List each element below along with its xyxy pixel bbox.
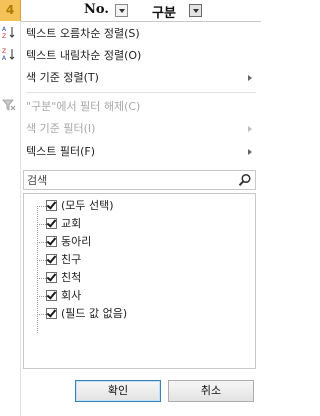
row-number: 4 [0, 0, 21, 21]
tree-connector [37, 296, 46, 297]
list-item[interactable]: 친척 [24, 269, 252, 287]
submenu-arrow-icon [248, 126, 252, 132]
tree-connector [37, 314, 46, 315]
checkbox-checked[interactable] [46, 290, 57, 301]
submenu-arrow-icon [248, 75, 252, 81]
svg-text:A: A [2, 26, 7, 33]
sort-ascending-icon: A Z [2, 26, 15, 39]
tree-connector [37, 206, 46, 207]
menu-sort-descending[interactable]: 텍스트 내림차순 정렬(O) [21, 45, 260, 67]
sort-descending-icon: Z A [2, 48, 15, 61]
cancel-button[interactable]: 취소 [168, 380, 254, 402]
menu-text-filters[interactable]: 텍스트 필터(F) [21, 141, 260, 163]
menu-item-label: "구분"에서 필터 해제(C) [26, 100, 141, 113]
svg-text:Z: Z [2, 33, 6, 39]
checkbox-checked[interactable] [46, 308, 57, 319]
tree-connector [37, 224, 46, 225]
tree-connector [37, 242, 46, 243]
sheet-header-row: 4 No. 구분 [0, 0, 261, 22]
filter-value-list: (모두 선택) 교회 동아리 친구 친척 회사 (필드 값 없음) [23, 193, 256, 369]
checkbox-checked[interactable] [46, 272, 57, 283]
checkbox-checked[interactable] [46, 200, 57, 211]
list-item-label: (필드 값 없음) [61, 307, 128, 320]
tree-connector [37, 278, 46, 279]
autofilter-menu: 텍스트 오름차순 정렬(S) 텍스트 내림차순 정렬(O) 색 기준 정렬(T)… [21, 22, 260, 414]
menu-item-label: 텍스트 내림차순 정렬(O) [26, 49, 142, 62]
ok-button[interactable]: 확인 [75, 380, 161, 402]
clear-filter-icon [2, 99, 16, 111]
list-item-label: 동아리 [61, 235, 92, 248]
search-input[interactable] [24, 171, 227, 189]
list-item[interactable]: 회사 [24, 287, 252, 305]
list-item-select-all[interactable]: (모두 선택) [24, 197, 252, 215]
checkbox-checked[interactable] [46, 218, 57, 229]
menu-clear-filter[interactable]: "구분"에서 필터 해제(C) [21, 96, 260, 118]
menu-item-label: 색 기준 필터(I) [26, 122, 96, 135]
checkbox-checked[interactable] [46, 236, 57, 247]
column-header-no: No. [84, 2, 109, 17]
menu-item-label: 텍스트 필터(F) [26, 145, 96, 158]
checkbox-checked[interactable] [46, 254, 57, 265]
list-item[interactable]: 친구 [24, 251, 252, 269]
search-icon[interactable] [238, 173, 252, 187]
list-item[interactable]: 교회 [24, 215, 252, 233]
search-box [23, 170, 256, 190]
svg-text:A: A [2, 55, 7, 61]
column-header-category: 구분 [152, 6, 176, 21]
no-filter-dropdown-button[interactable] [115, 4, 128, 17]
menu-icon-gutter: A Z Z A [0, 21, 21, 416]
list-item-label: 회사 [61, 289, 82, 302]
menu-sort-by-color[interactable]: 색 기준 정렬(T) [21, 67, 260, 89]
submenu-arrow-icon [248, 149, 252, 155]
list-item-label: 친척 [61, 271, 82, 284]
menu-separator [26, 92, 256, 93]
tree-connector [37, 260, 46, 261]
list-item[interactable]: 동아리 [24, 233, 252, 251]
list-item-label: 교회 [61, 217, 82, 230]
menu-item-label: 텍스트 오름차순 정렬(S) [26, 27, 140, 40]
menu-filter-by-color[interactable]: 색 기준 필터(I) [21, 118, 260, 140]
menu-item-label: 색 기준 정렬(T) [26, 71, 99, 84]
list-item-label: (모두 선택) [61, 199, 114, 212]
list-item-blanks[interactable]: (필드 값 없음) [24, 305, 252, 323]
list-item-label: 친구 [61, 253, 82, 266]
category-filter-dropdown-button[interactable] [189, 4, 202, 17]
svg-text:Z: Z [2, 48, 6, 55]
menu-sort-ascending[interactable]: 텍스트 오름차순 정렬(S) [21, 23, 260, 45]
